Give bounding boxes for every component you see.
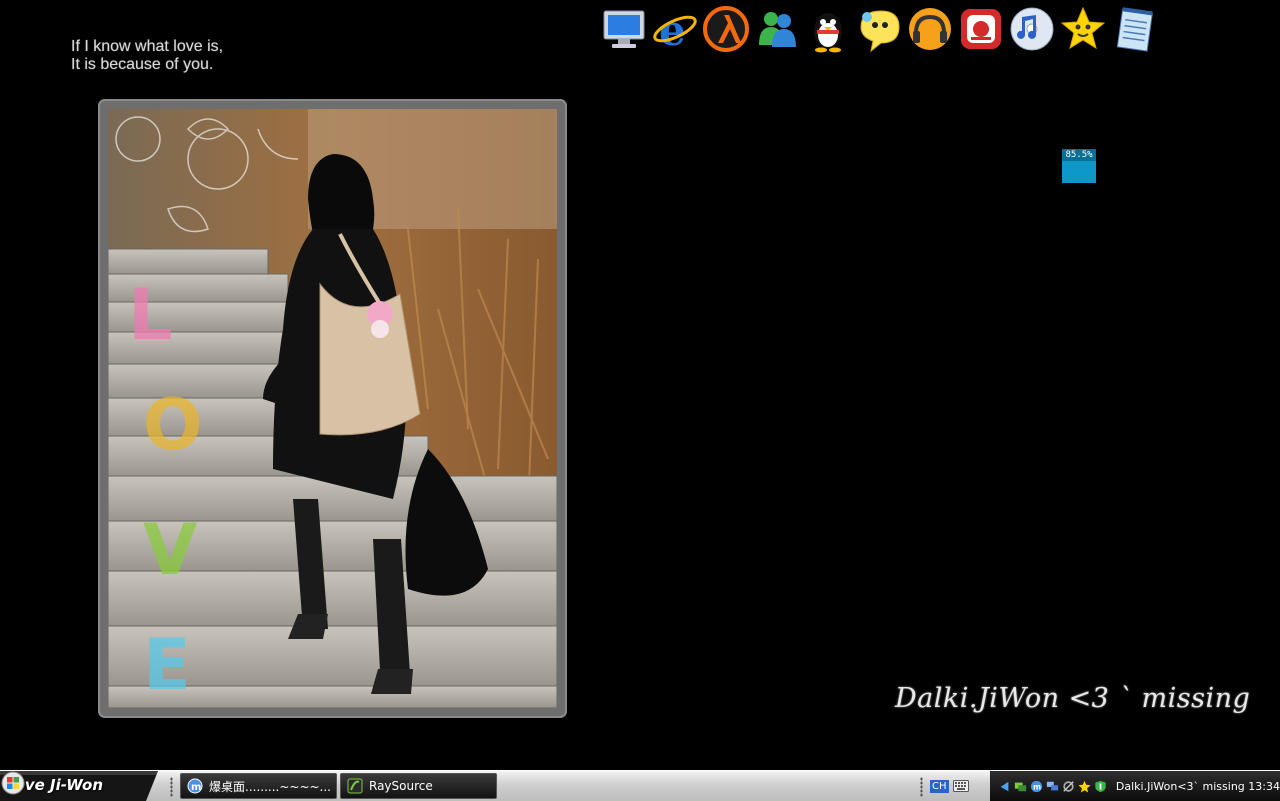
icon-dock: e — [600, 3, 1158, 57]
svg-text:m: m — [191, 782, 201, 793]
quote-line-2: It is because of you. — [71, 56, 214, 73]
my-computer-icon[interactable] — [600, 3, 648, 55]
taskbar: Love Ji-Won m 爆桌面.........~~~~... RaySou… — [0, 770, 1280, 801]
network-icon[interactable] — [1014, 779, 1027, 794]
maxthon-icon: m — [187, 778, 203, 794]
language-bar: CH — [930, 775, 982, 797]
media-player-icon[interactable] — [957, 3, 1005, 55]
task-label: RaySource — [369, 779, 433, 793]
itunes-icon[interactable] — [1008, 3, 1056, 55]
star-face-icon[interactable] — [1059, 3, 1107, 55]
desktop-signature: Dalki.JiWon <3 ` missing — [895, 683, 1251, 714]
keyboard-icon[interactable] — [952, 780, 969, 792]
music-headphones-icon[interactable] — [906, 3, 954, 55]
satellite-icon[interactable] — [1062, 779, 1075, 794]
monitor-icon[interactable] — [1046, 779, 1059, 794]
love-letter-l: L — [128, 274, 173, 356]
desktop-quote: If I know what love is, It is because of… — [71, 38, 223, 74]
taskbar-grip-lang[interactable] — [920, 777, 923, 797]
arrow-icon[interactable] — [998, 779, 1011, 794]
msn-messenger-icon[interactable] — [753, 3, 801, 55]
task-label: 爆桌面.........~~~~... — [209, 779, 331, 794]
raysource-icon — [347, 778, 363, 794]
half-life-icon[interactable] — [702, 3, 750, 55]
photo-frame: L O V E — [98, 99, 567, 718]
task-button-desktop[interactable]: m 爆桌面.........~~~~... — [180, 773, 337, 799]
start-button[interactable]: Love Ji-Won — [0, 771, 158, 801]
maxthon-tray-icon[interactable]: m — [1030, 779, 1043, 794]
qq-penguin-icon[interactable] — [804, 3, 852, 55]
shield-icon[interactable] — [1094, 779, 1107, 794]
quote-line-1: If I know what love is, — [71, 38, 224, 55]
internet-explorer-icon[interactable]: e — [651, 3, 699, 55]
love-letter-e: E — [143, 624, 191, 706]
cpu-meter-widget[interactable]: 85.5% — [1062, 149, 1096, 183]
love-letter-v: V — [143, 509, 197, 591]
wallpaper-photo: L O V E — [108, 109, 557, 708]
cpu-meter-label: 85.5% — [1062, 149, 1096, 161]
notepad-icon[interactable] — [1110, 3, 1158, 55]
photo-illustration: L O V E — [108, 109, 557, 708]
windows-logo-icon — [1, 771, 25, 795]
star-tray-icon[interactable] — [1078, 779, 1091, 794]
love-letter-o: O — [143, 384, 203, 466]
svg-text:e: e — [659, 6, 686, 53]
system-tray: m Dalki.JiWon<3` missing 13:34 — [990, 771, 1280, 801]
desktop: If I know what love is, It is because of… — [0, 0, 1280, 770]
task-button-raysource[interactable]: RaySource — [340, 773, 497, 799]
chat-bubble-icon[interactable] — [855, 3, 903, 55]
taskbar-grip[interactable] — [170, 777, 173, 797]
tray-clock[interactable]: Dalki.JiWon<3` missing 13:34 — [1116, 780, 1280, 793]
svg-text:m: m — [1033, 782, 1041, 791]
language-indicator[interactable]: CH — [930, 779, 949, 793]
